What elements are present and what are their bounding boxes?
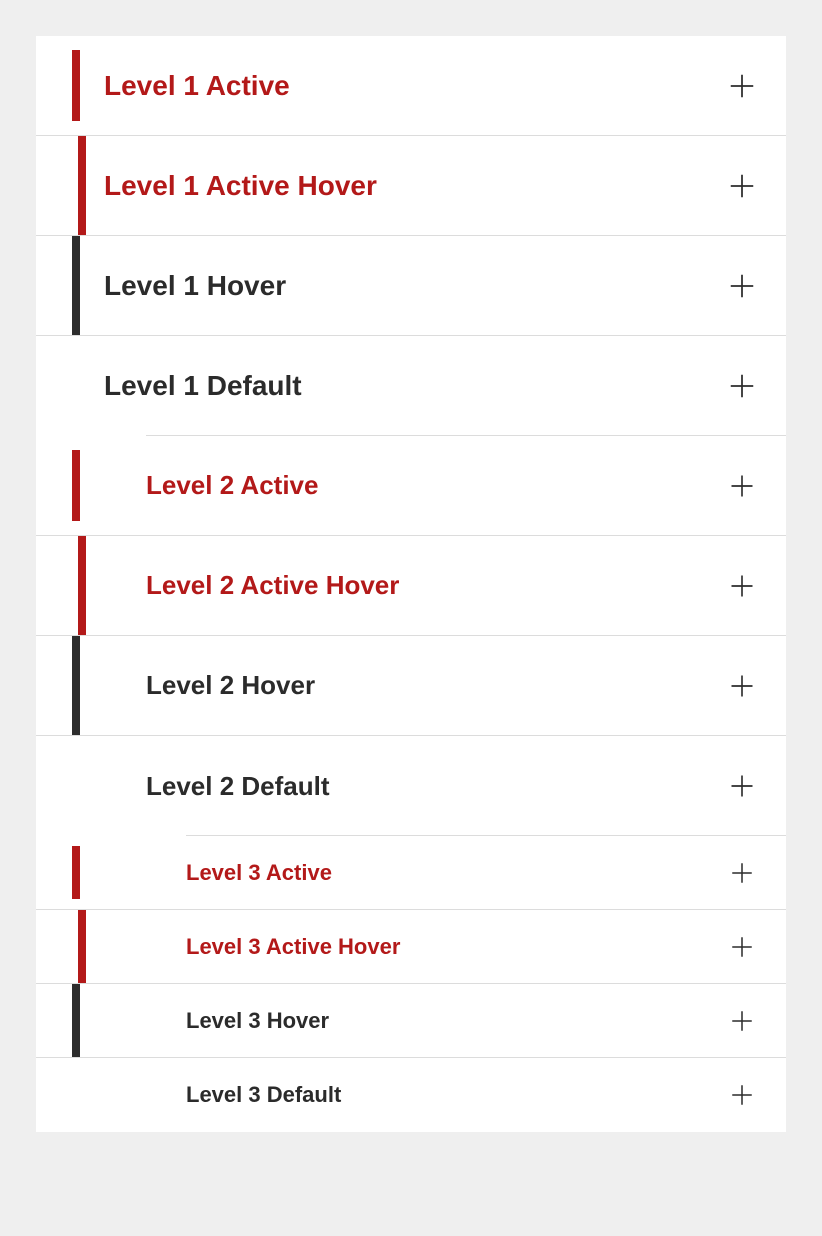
nav-item-label: Level 1 Active Hover [36, 170, 722, 202]
plus-icon[interactable] [722, 171, 786, 201]
active-hover-indicator [78, 136, 86, 235]
nav-item-l1-active[interactable]: Level 1 Active [36, 36, 786, 136]
nav-item-l2-active[interactable]: Level 2 Active [36, 436, 786, 536]
nav-item-label: Level 3 Hover [36, 1008, 722, 1034]
nav-item-l2-active-hover[interactable]: Level 2 Active Hover [36, 536, 786, 636]
plus-icon[interactable] [722, 371, 786, 401]
nav-item-label: Level 3 Default [36, 1082, 722, 1108]
hover-indicator [72, 984, 80, 1057]
hover-indicator [72, 636, 80, 735]
plus-icon[interactable] [722, 772, 786, 800]
active-hover-indicator [78, 910, 86, 983]
nav-item-label: Level 3 Active [36, 860, 722, 886]
plus-icon[interactable] [722, 672, 786, 700]
vertical-nav-card: Level 1 Active Level 1 Active Hover Leve… [36, 36, 786, 1132]
plus-icon[interactable] [722, 934, 786, 960]
active-indicator [72, 846, 80, 899]
active-hover-indicator [78, 536, 86, 635]
nav-item-label: Level 2 Default [36, 771, 722, 802]
nav-item-l1-default[interactable]: Level 1 Default [36, 336, 786, 436]
nav-item-l3-default[interactable]: Level 3 Default [36, 1058, 786, 1132]
nav-item-l3-hover[interactable]: Level 3 Hover [36, 984, 786, 1058]
nav-item-l1-active-hover[interactable]: Level 1 Active Hover [36, 136, 786, 236]
nav-item-label: Level 3 Active Hover [36, 934, 722, 960]
plus-icon[interactable] [722, 271, 786, 301]
nav-item-label: Level 2 Hover [36, 670, 722, 701]
nav-item-l3-active[interactable]: Level 3 Active [36, 836, 786, 910]
plus-icon[interactable] [722, 1008, 786, 1034]
nav-item-l3-active-hover[interactable]: Level 3 Active Hover [36, 910, 786, 984]
nav-item-label: Level 2 Active Hover [36, 570, 722, 601]
plus-icon[interactable] [722, 860, 786, 886]
plus-icon[interactable] [722, 572, 786, 600]
plus-icon[interactable] [722, 71, 786, 101]
nav-item-label: Level 1 Hover [36, 270, 722, 302]
active-indicator [72, 50, 80, 121]
nav-item-label: Level 1 Default [36, 370, 722, 402]
nav-item-label: Level 2 Active [36, 470, 722, 501]
active-indicator [72, 450, 80, 521]
nav-item-l1-hover[interactable]: Level 1 Hover [36, 236, 786, 336]
plus-icon[interactable] [722, 472, 786, 500]
nav-item-label: Level 1 Active [36, 70, 722, 102]
plus-icon[interactable] [722, 1082, 786, 1108]
nav-item-l2-hover[interactable]: Level 2 Hover [36, 636, 786, 736]
nav-item-l2-default[interactable]: Level 2 Default [36, 736, 786, 836]
hover-indicator [72, 236, 80, 335]
